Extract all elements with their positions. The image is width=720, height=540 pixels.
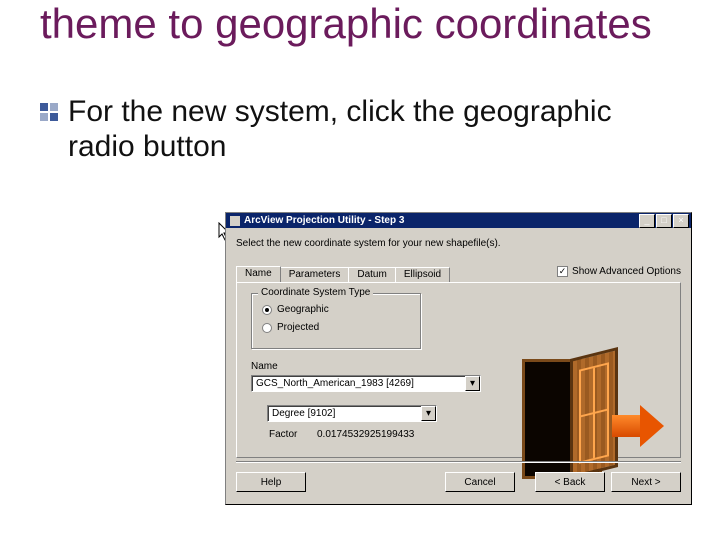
wizard-client: Select the new coordinate system for you…: [225, 228, 692, 505]
coord-type-group: Coordinate System Type Geographic Projec…: [251, 293, 421, 349]
slide: theme to geographic coordinates For the …: [0, 0, 720, 540]
radio-icon: [262, 323, 272, 333]
next-button[interactable]: Next >: [611, 472, 681, 492]
tab-body: Coordinate System Type Geographic Projec…: [236, 282, 681, 458]
radio-geographic[interactable]: Geographic: [262, 304, 329, 315]
app-icon: [230, 216, 240, 226]
tab-datum[interactable]: Datum: [348, 267, 395, 282]
radio-projected[interactable]: Projected: [262, 322, 319, 333]
tabstrip: Name Parameters Datum Ellipsoid: [236, 266, 449, 282]
wizard-button-bar: Help Cancel < Back Next >: [236, 461, 681, 494]
coord-type-legend: Coordinate System Type: [258, 287, 373, 298]
window-title: ArcView Projection Utility - Step 3: [244, 215, 639, 226]
radio-projected-label: Projected: [277, 322, 319, 333]
tab-ellipsoid[interactable]: Ellipsoid: [395, 267, 450, 282]
name-label: Name: [251, 361, 278, 372]
unit-combobox-value: Degree [9102]: [268, 408, 421, 419]
help-button[interactable]: Help: [236, 472, 306, 492]
door-leaf-icon: [570, 347, 618, 479]
checkbox-icon: ✓: [557, 266, 568, 277]
factor-value: 0.0174532925199433: [317, 429, 414, 440]
maximize-button[interactable]: □: [656, 214, 672, 228]
chevron-down-icon[interactable]: ▾: [421, 406, 436, 421]
bullet-text: For the new system, click the geographic…: [68, 94, 680, 165]
bullet-item: For the new system, click the geographic…: [40, 94, 680, 165]
tab-parameters[interactable]: Parameters: [280, 267, 350, 282]
titlebar[interactable]: ArcView Projection Utility - Step 3 _ □ …: [225, 212, 692, 228]
factor-label: Factor: [269, 429, 297, 440]
instruction-text: Select the new coordinate system for you…: [236, 238, 501, 249]
back-button[interactable]: < Back: [535, 472, 605, 492]
bullet-icon: [40, 103, 58, 126]
show-advanced-checkbox[interactable]: ✓ Show Advanced Options: [557, 266, 681, 277]
radio-icon: [262, 305, 272, 315]
show-advanced-label: Show Advanced Options: [572, 266, 681, 277]
name-combobox-value: GCS_North_American_1983 [4269]: [252, 378, 465, 389]
tab-name[interactable]: Name: [236, 266, 281, 282]
close-button[interactable]: ×: [673, 214, 689, 228]
name-combobox[interactable]: GCS_North_American_1983 [4269] ▾: [251, 375, 481, 392]
unit-combobox[interactable]: Degree [9102] ▾: [267, 405, 437, 422]
minimize-button[interactable]: _: [639, 214, 655, 228]
cancel-button[interactable]: Cancel: [445, 472, 515, 492]
chevron-down-icon[interactable]: ▾: [465, 376, 480, 391]
radio-geographic-label: Geographic: [277, 304, 329, 315]
wizard-window: ArcView Projection Utility - Step 3 _ □ …: [225, 212, 692, 505]
arrow-right-icon: [612, 415, 640, 437]
slide-title: theme to geographic coordinates: [40, 0, 680, 46]
